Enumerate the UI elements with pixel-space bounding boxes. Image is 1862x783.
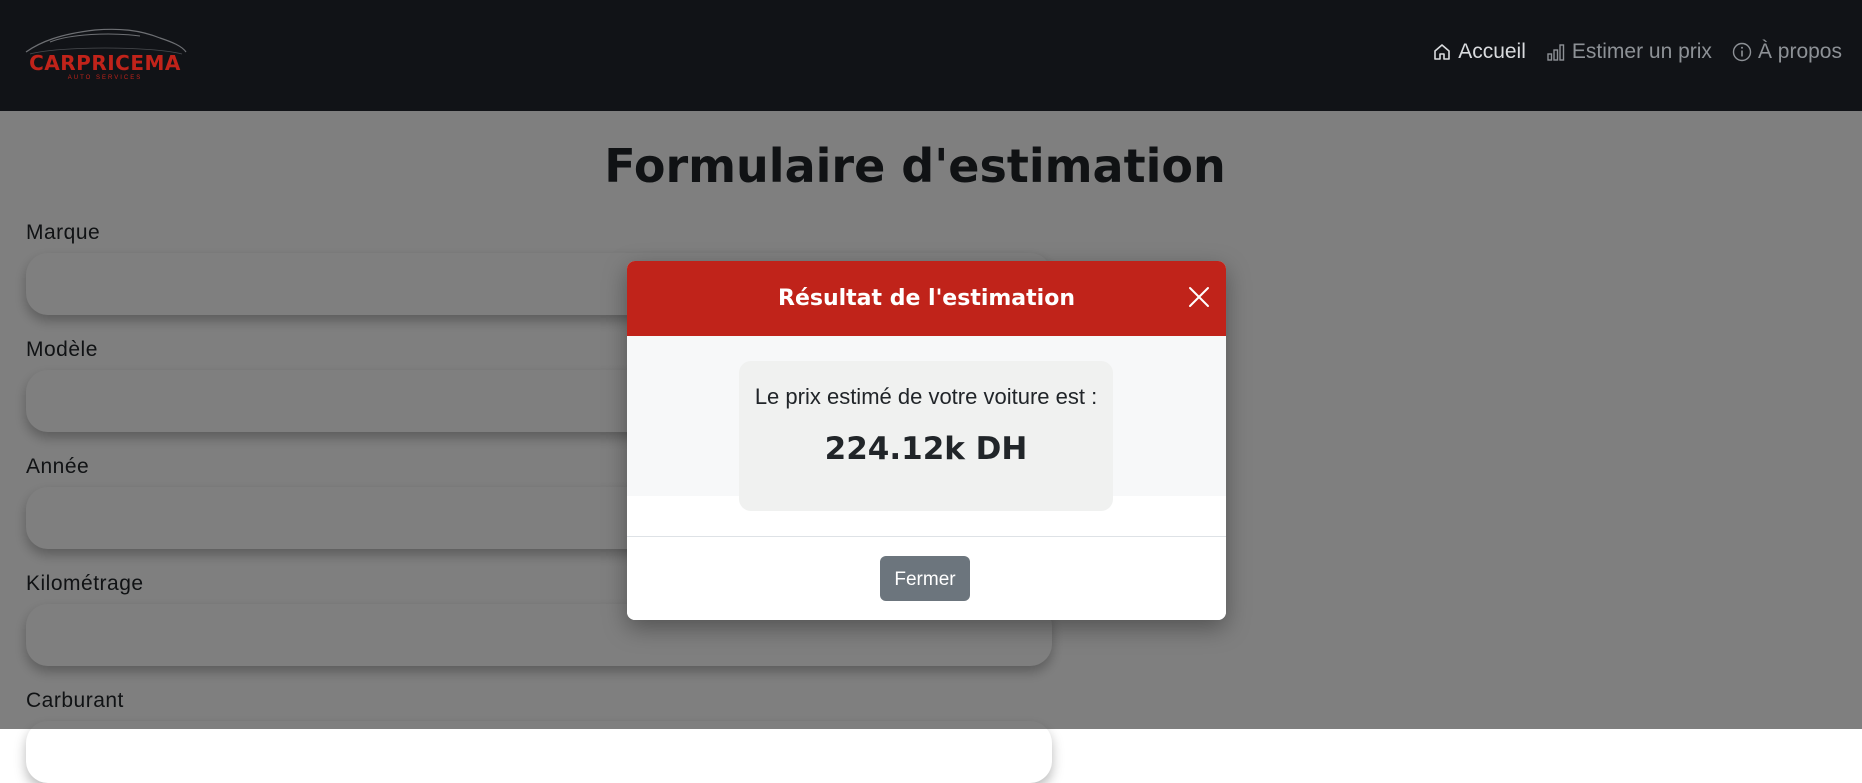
brand-logo[interactable]: CARPRICEMA AUTO SERVICES bbox=[20, 24, 190, 86]
estimation-result-modal: Résultat de l'estimation Le prix estimé … bbox=[627, 261, 1226, 620]
nav-item-label: À propos bbox=[1757, 40, 1842, 63]
modal-header: Résultat de l'estimation bbox=[627, 261, 1226, 336]
home-icon bbox=[1432, 42, 1452, 62]
nav-item-label: Estimer un prix bbox=[1571, 40, 1712, 63]
brand-tagline: AUTO SERVICES bbox=[67, 75, 143, 81]
modal-title: Résultat de l'estimation bbox=[778, 286, 1075, 311]
nav-item-label: Accueil bbox=[1458, 40, 1526, 63]
main-nav: Accueil Estimer un prix À propos bbox=[1432, 40, 1842, 64]
result-box: Le prix estimé de votre voiture est : 22… bbox=[739, 361, 1113, 511]
fermer-button[interactable]: Fermer bbox=[880, 556, 970, 601]
bar-chart-icon bbox=[1546, 42, 1566, 62]
modal-body: Le prix estimé de votre voiture est : 22… bbox=[627, 336, 1226, 511]
modal-footer: Fermer bbox=[627, 536, 1226, 620]
carburant-input[interactable] bbox=[26, 721, 1052, 783]
nav-item-apropos[interactable]: À propos bbox=[1732, 40, 1842, 64]
info-icon bbox=[1732, 42, 1752, 62]
nav-item-estimer[interactable]: Estimer un prix bbox=[1546, 40, 1712, 64]
nav-item-accueil[interactable]: Accueil bbox=[1432, 40, 1526, 64]
navbar: CARPRICEMA AUTO SERVICES Accueil Estimer… bbox=[0, 0, 1862, 111]
result-text: Le prix estimé de votre voiture est : bbox=[754, 384, 1098, 409]
estimated-price: 224.12k DH bbox=[824, 431, 1028, 467]
close-icon[interactable] bbox=[1188, 286, 1210, 308]
brand-name: CARPRICEMA bbox=[29, 51, 181, 75]
